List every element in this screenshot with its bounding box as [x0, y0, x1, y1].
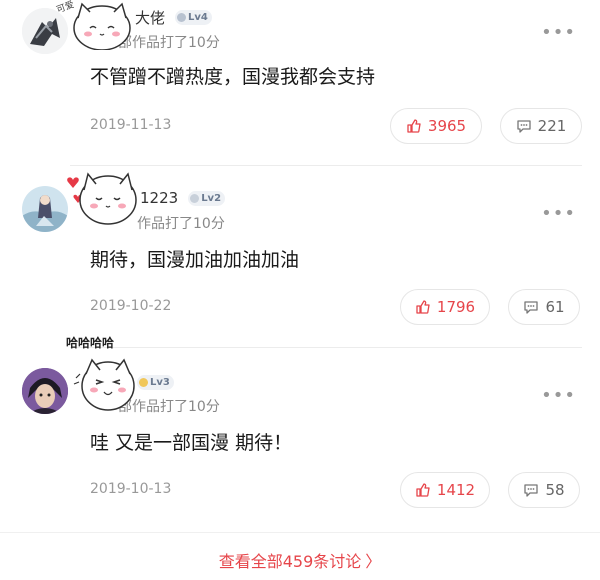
- level-dot-icon: [190, 193, 200, 203]
- comment-bubble-icon: [517, 120, 531, 133]
- more-dots-icon[interactable]: •••: [541, 385, 576, 406]
- view-all-link[interactable]: 查看全部459条讨论〉: [0, 548, 600, 572]
- cat-sticker: [70, 350, 142, 418]
- reply-button[interactable]: 61: [508, 289, 580, 325]
- reply-button[interactable]: 58: [508, 472, 580, 508]
- like-button[interactable]: 3965: [390, 108, 482, 144]
- divider: [0, 532, 600, 533]
- reply-count: 58: [545, 481, 565, 499]
- like-button[interactable]: 1796: [400, 289, 490, 325]
- level-text: Lv4: [188, 11, 208, 23]
- comment-body: 哇 又是一部国漫 期待！: [90, 432, 293, 454]
- reply-button[interactable]: 221: [500, 108, 582, 144]
- rating-text: 作品打了10分: [137, 216, 225, 232]
- avatar[interactable]: [22, 186, 68, 232]
- like-count: 1796: [436, 298, 476, 316]
- divider: [70, 347, 582, 348]
- level-dot-icon: [177, 12, 187, 22]
- avatar[interactable]: [22, 368, 68, 414]
- comment-date: 2019-10-22: [90, 298, 172, 314]
- level-badge: Lv2: [188, 190, 226, 206]
- comment-date: 2019-11-13: [90, 117, 172, 133]
- cat-sticker: [64, 168, 144, 232]
- thumbs-up-icon: [416, 483, 430, 497]
- comment-body: 不管蹭不蹭热度，国漫我都会支持: [90, 66, 376, 88]
- comment-bubble-icon: [524, 484, 539, 497]
- chevron-right-icon: 〉: [365, 552, 382, 571]
- like-button[interactable]: 1412: [400, 472, 490, 508]
- divider: [70, 165, 582, 166]
- like-count: 3965: [427, 117, 467, 135]
- comment-bubble-icon: [524, 301, 539, 314]
- thumbs-up-icon: [407, 119, 421, 133]
- thumbs-up-icon: [416, 300, 430, 314]
- comment-body: 期待，国漫加油加油加油: [90, 249, 300, 271]
- sticker-text: 哈哈哈哈: [66, 336, 115, 350]
- level-text: Lv3: [150, 376, 170, 388]
- like-count: 1412: [436, 481, 476, 499]
- reply-count: 221: [537, 117, 567, 135]
- username[interactable]: 1223: [140, 189, 178, 207]
- level-badge: Lv3: [137, 374, 174, 390]
- more-dots-icon[interactable]: •••: [541, 22, 576, 43]
- level-text: Lv2: [201, 192, 222, 204]
- level-badge: Lv4: [175, 9, 212, 25]
- more-dots-icon[interactable]: •••: [541, 203, 576, 224]
- reply-count: 61: [545, 298, 565, 316]
- comment-date: 2019-10-13: [90, 481, 172, 497]
- view-all-label: 查看全部459条讨论: [218, 552, 362, 571]
